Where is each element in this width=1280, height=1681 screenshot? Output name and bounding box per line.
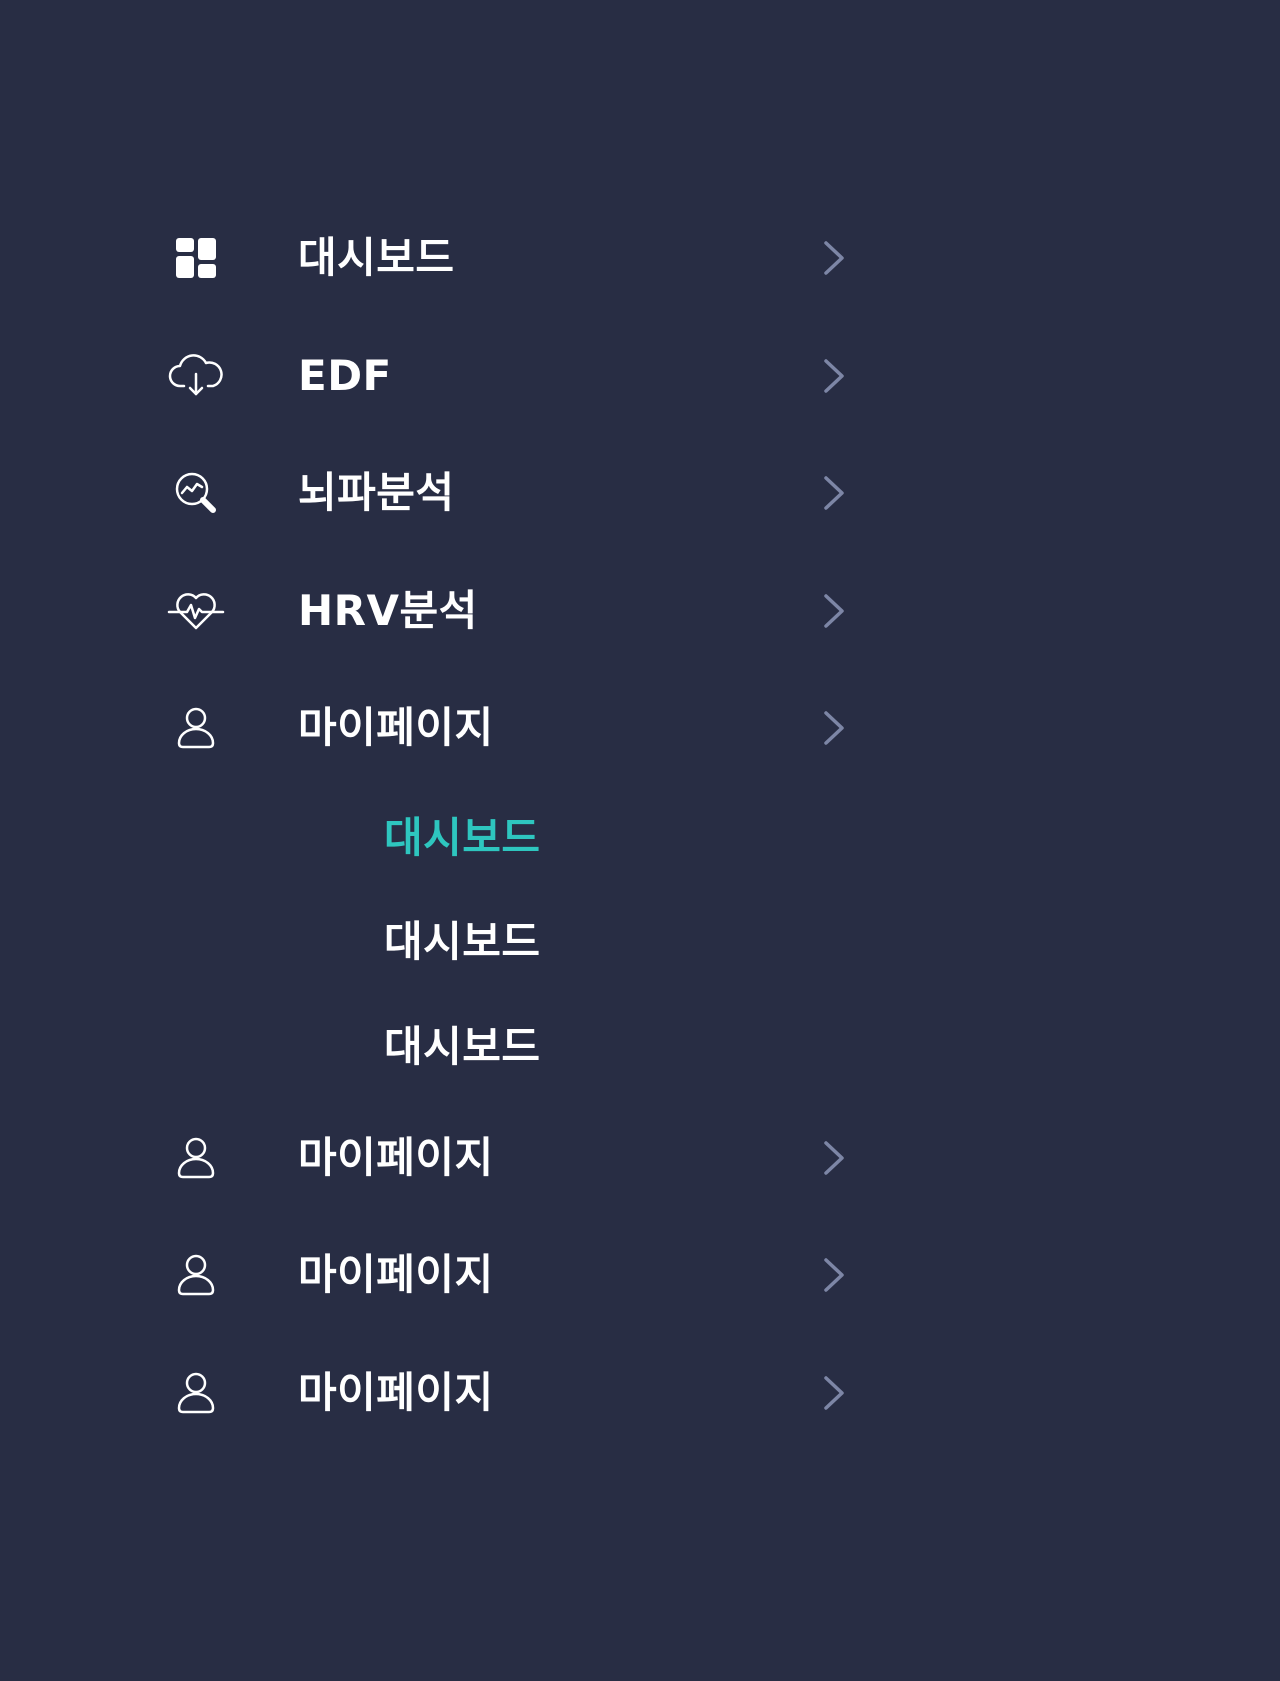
menu-item-mypage[interactable]: 마이페이지 <box>160 1353 860 1433</box>
user-icon <box>160 1118 232 1198</box>
submenu-item-dashboard[interactable]: 대시보드 <box>384 907 541 977</box>
chevron-right-icon <box>824 476 844 510</box>
cloud-download-icon <box>160 336 232 416</box>
menu-item-mypage[interactable]: 마이페이지 <box>160 688 860 768</box>
menu-item-label: 마이페이지 <box>298 703 494 752</box>
menu-item-hrv-analysis[interactable]: HRV분석 <box>160 571 860 651</box>
menu-item-mypage[interactable]: 마이페이지 <box>160 1118 860 1198</box>
chevron-right-icon <box>824 711 844 745</box>
menu-item-label: HRV분석 <box>298 586 478 635</box>
chevron-right-icon <box>824 359 844 393</box>
user-icon <box>160 1235 232 1315</box>
submenu-item-dashboard[interactable]: 대시보드 <box>384 1012 541 1082</box>
chevron-right-icon <box>824 594 844 628</box>
submenu-item-dashboard-active[interactable]: 대시보드 <box>384 803 541 873</box>
menu-item-edf[interactable]: EDF <box>160 336 860 416</box>
chevron-right-icon <box>824 1376 844 1410</box>
user-icon <box>160 688 232 768</box>
menu-item-label: EDF <box>298 351 392 400</box>
menu-item-dashboard[interactable]: 대시보드 <box>160 218 860 298</box>
menu-item-label: 뇌파분석 <box>298 468 455 517</box>
menu-item-mypage[interactable]: 마이페이지 <box>160 1235 860 1315</box>
heart-pulse-icon <box>160 571 232 651</box>
user-icon <box>160 1353 232 1433</box>
menu-item-label: 마이페이지 <box>298 1368 494 1417</box>
menu-item-label: 대시보드 <box>298 233 455 282</box>
dashboard-grid-icon <box>160 218 232 298</box>
menu-item-label: 마이페이지 <box>298 1250 494 1299</box>
chevron-right-icon <box>824 1258 844 1292</box>
sidebar-menu: 대시보드 EDF 뇌파분석 HRV분석 마이페이지 대시보드 대시보드 대시보드… <box>0 0 1280 1681</box>
search-analytics-icon <box>160 453 232 533</box>
chevron-right-icon <box>824 241 844 275</box>
chevron-right-icon <box>824 1141 844 1175</box>
menu-item-label: 마이페이지 <box>298 1133 494 1182</box>
menu-item-eeg-analysis[interactable]: 뇌파분석 <box>160 453 860 533</box>
